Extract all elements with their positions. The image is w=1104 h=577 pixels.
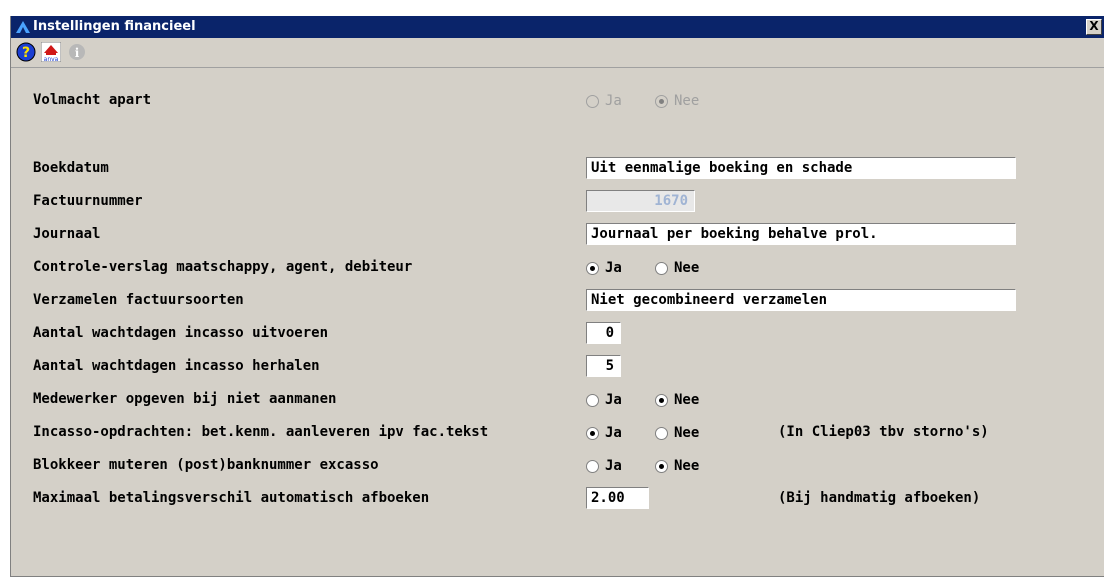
- settings-form: Volmacht apart Ja Nee Boekdatum Uit eenm…: [11, 68, 1104, 577]
- wachtdagen-herhalen-field[interactable]: 5: [586, 355, 621, 377]
- info-icon[interactable]: i: [67, 42, 87, 62]
- label-boekdatum: Boekdatum: [33, 160, 109, 176]
- close-button[interactable]: X: [1086, 19, 1102, 35]
- radio-circle: [655, 426, 668, 440]
- label-wachtdagen-uitvoeren: Aantal wachtdagen incasso uitvoeren: [33, 325, 329, 341]
- radio-circle: [586, 393, 599, 407]
- label-wachtdagen-herhalen: Aantal wachtdagen incasso herhalen: [33, 358, 320, 374]
- svg-text:?: ?: [22, 45, 30, 61]
- radio-medewerker-ja[interactable]: Ja: [586, 392, 622, 408]
- radio-circle: [586, 261, 599, 275]
- radio-incasso-ja[interactable]: Ja: [586, 425, 622, 441]
- wachtdagen-uitvoeren-field[interactable]: 0: [586, 322, 621, 344]
- svg-text:i: i: [75, 46, 80, 60]
- radio-circle: [655, 261, 668, 275]
- radio-volmacht-nee[interactable]: Nee: [655, 93, 699, 109]
- factuurnummer-field: 1670: [586, 190, 695, 212]
- verzamelen-field[interactable]: Niet gecombineerd verzamelen: [586, 289, 1016, 311]
- label-incasso-opdrachten: Incasso-opdrachten: bet.kenm. aanleveren…: [33, 424, 489, 440]
- boekdatum-field[interactable]: Uit eenmalige boeking en schade: [586, 157, 1016, 179]
- radio-controle-ja[interactable]: Ja: [586, 260, 622, 276]
- radio-controle-nee[interactable]: Nee: [655, 260, 699, 276]
- radio-volmacht-ja[interactable]: Ja: [586, 93, 622, 109]
- radio-circle: [655, 393, 668, 407]
- label-journaal: Journaal: [33, 226, 101, 242]
- radio-incasso-nee[interactable]: Nee: [655, 425, 699, 441]
- betalingsverschil-field[interactable]: 2.00: [586, 487, 649, 509]
- title-bar: Instellingen financieel X: [11, 16, 1104, 38]
- radio-circle: [655, 459, 668, 473]
- app-icon: [16, 21, 30, 33]
- label-factuurnummer: Factuurnummer: [33, 193, 143, 209]
- radio-circle: [586, 426, 599, 440]
- radio-blokkeer-ja[interactable]: Ja: [586, 458, 622, 474]
- window-title: Instellingen financieel: [33, 19, 196, 34]
- label-maximaal-betalingsverschil: Maximaal betalingsverschil automatisch a…: [33, 490, 430, 506]
- settings-window: Instellingen financieel X ? anva i Volma…: [10, 16, 1104, 577]
- label-verzamelen-factuursoorten: Verzamelen factuursoorten: [33, 292, 244, 308]
- radio-medewerker-nee[interactable]: Nee: [655, 392, 699, 408]
- label-controle-verslag: Controle-verslag maatschappy, agent, deb…: [33, 259, 413, 275]
- label-blokkeer-muteren: Blokkeer muteren (post)banknummer excass…: [33, 457, 379, 473]
- radio-circle: [586, 94, 599, 108]
- anva-icon[interactable]: anva: [41, 42, 61, 62]
- label-medewerker-opgeven: Medewerker opgeven bij niet aanmanen: [33, 391, 337, 407]
- radio-circle: [655, 94, 668, 108]
- radio-circle: [586, 459, 599, 473]
- journaal-field[interactable]: Journaal per boeking behalve prol.: [586, 223, 1016, 245]
- incasso-note: (In Cliep03 tbv storno's): [778, 424, 989, 440]
- svg-text:anva: anva: [44, 56, 59, 62]
- label-volmacht-apart: Volmacht apart: [33, 92, 152, 108]
- betalingsverschil-note: (Bij handmatig afboeken): [778, 490, 981, 506]
- radio-blokkeer-nee[interactable]: Nee: [655, 458, 699, 474]
- help-icon[interactable]: ?: [16, 42, 36, 62]
- toolbar: ? anva i: [11, 38, 1104, 68]
